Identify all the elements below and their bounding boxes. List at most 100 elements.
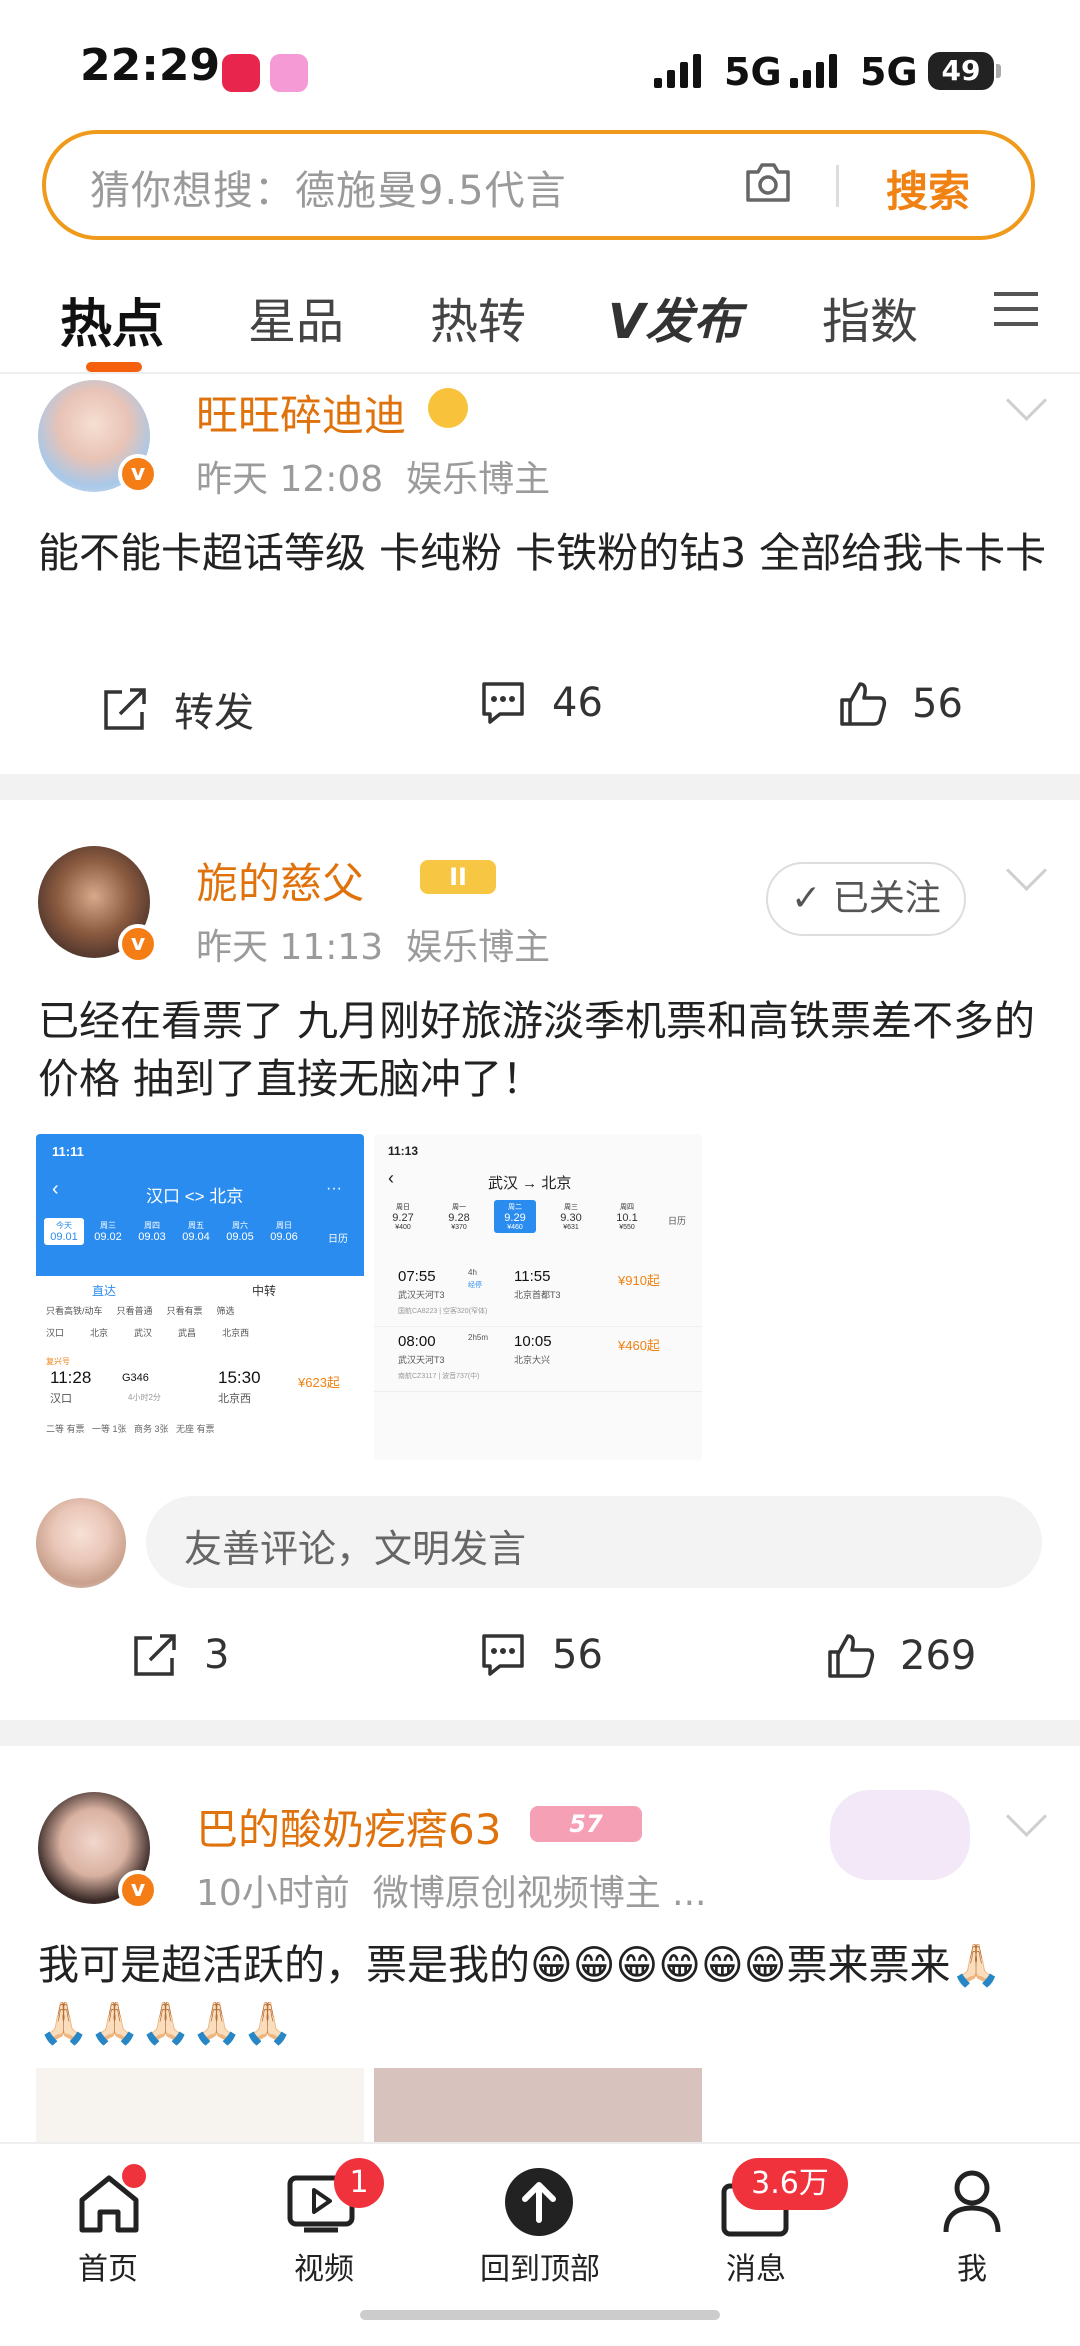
date-weekday: 周日 <box>276 1221 292 1230</box>
date-chip[interactable]: 周日 09.06 <box>264 1218 304 1245</box>
tab-hot[interactable]: 热点 <box>60 282 164 357</box>
nav-message-label[interactable]: 消息 <box>686 2244 826 2288</box>
back-to-top-icon[interactable] <box>505 2168 573 2236</box>
date-weekday: 今天 <box>56 1221 72 1230</box>
like-button[interactable]: 269 <box>826 1632 976 1680</box>
tab-index[interactable]: 指数 <box>822 282 918 352</box>
date-weekday: 周二 <box>508 1204 522 1211</box>
flight-row[interactable]: 07:55 4h 经停 11:55 ¥910起 武汉天河T3 北京首都T3 国航CA8223 … <box>374 1262 702 1327</box>
follow-button[interactable]: ✓ 已关注 <box>766 862 966 936</box>
flight-dur: 4h <box>468 1268 477 1277</box>
tab-publish[interactable]: V发布 <box>608 282 741 352</box>
date-day: 10.1 <box>616 1212 638 1224</box>
date-price: ¥400 <box>395 1224 411 1231</box>
station-chip[interactable]: 武昌 <box>178 1326 196 1339</box>
post-image[interactable] <box>374 2068 702 2142</box>
username[interactable]: 旎的慈父 <box>196 850 364 911</box>
username[interactable]: 巴的酸奶疙瘩63 <box>196 1796 501 1857</box>
comment-placeholder[interactable]: 友善评论，文明发言 <box>184 1518 526 1573</box>
network-label: 5G <box>724 50 782 94</box>
like-button[interactable]: 56 <box>838 680 963 728</box>
flight-price: ¥910起 <box>618 1273 660 1288</box>
post-time: 昨天 11:13 娱乐博主 <box>196 927 551 968</box>
comment-button[interactable]: 46 <box>478 680 603 726</box>
date-day: 9.27 <box>392 1212 414 1224</box>
nav-top-label[interactable]: 回到顶部 <box>470 2244 610 2288</box>
filter-option[interactable]: 筛选 <box>217 1304 235 1317</box>
like-count: 269 <box>900 1633 977 1679</box>
post-image[interactable] <box>36 2068 364 2142</box>
flight-no: 国航CA8223 | 空客320(窄体) <box>398 1308 488 1315</box>
battery-icon: 49 <box>928 52 1001 90</box>
date-chip[interactable]: 周四 10.1 ¥550 <box>606 1200 648 1233</box>
date-weekday: 周四 <box>620 1204 634 1211</box>
date-weekday: 周一 <box>452 1204 466 1211</box>
post-text: 能不能卡超话等级 卡纯粉 卡铁粉的钻3 全部给我卡卡卡 <box>38 529 1047 577</box>
camera-icon[interactable] <box>742 160 794 206</box>
filter-option[interactable]: 只看高铁/动车 <box>46 1304 103 1317</box>
filter-option[interactable]: 只看普通 <box>117 1304 153 1317</box>
username[interactable]: 旺旺碎迪迪 <box>196 382 406 443</box>
date-chip[interactable]: 周四 09.03 <box>132 1218 172 1245</box>
comment-button[interactable]: 56 <box>478 1632 603 1678</box>
notification-dot <box>122 2164 146 2188</box>
nav-video-label[interactable]: 视频 <box>254 2244 394 2288</box>
repost-icon <box>104 688 146 730</box>
station-chip[interactable]: 汉口 <box>46 1326 64 1339</box>
flight-via: 经停 <box>468 1282 482 1289</box>
date-chip[interactable]: 今天 09.01 <box>44 1218 84 1245</box>
tab-trending[interactable]: 热转 <box>430 282 526 352</box>
date-day: 09.05 <box>226 1231 254 1243</box>
flight-no: 南航CZ3117 | 波音737(中) <box>398 1373 480 1380</box>
repost-count: 3 <box>204 1632 230 1678</box>
search-divider <box>836 165 839 207</box>
like-count: 56 <box>912 681 963 727</box>
station-chip[interactable]: 北京 <box>90 1326 108 1339</box>
level-badge: II <box>420 860 496 894</box>
message-badge: 3.6万 <box>732 2158 848 2210</box>
date-price: ¥550 <box>619 1224 635 1231</box>
repost-button[interactable]: 转发 <box>100 680 254 738</box>
date-chip[interactable]: 周三 9.30 ¥631 <box>550 1200 592 1233</box>
date-weekday: 周六 <box>232 1221 248 1230</box>
date-chip[interactable]: 周日 9.27 ¥400 <box>382 1200 424 1233</box>
nav-home-label[interactable]: 首页 <box>38 2244 178 2288</box>
date-price: ¥460 <box>507 1224 523 1231</box>
menu-icon[interactable] <box>994 290 1038 328</box>
date-chip[interactable]: 周五 09.04 <box>176 1218 216 1245</box>
flight-arr: 11:55 <box>514 1268 551 1285</box>
post-separator <box>0 1720 1080 1746</box>
back-icon: ‹ <box>388 1168 394 1188</box>
date-chip[interactable]: 周一 9.28 ¥370 <box>438 1200 480 1233</box>
flight-row[interactable]: 08:00 2h5m 10:05 ¥460起 武汉天河T3 北京大兴 南航CZ3117 | … <box>374 1327 702 1392</box>
station-chip[interactable]: 北京西 <box>222 1326 249 1339</box>
tab-star[interactable]: 星品 <box>248 282 344 352</box>
flight-to: 北京首都T3 <box>514 1290 561 1300</box>
flight-ticket-screenshot[interactable]: 11:13 ‹ 武汉 → 北京 周日 9.27 ¥400 周一 9.28 ¥370 周二 9.… <box>374 1134 702 1460</box>
app-notification-icon <box>222 54 260 92</box>
repost-label: 转发 <box>174 690 254 736</box>
chevron-down-icon[interactable] <box>1005 849 1048 892</box>
chevron-down-icon[interactable] <box>1005 1795 1048 1838</box>
date-chip[interactable]: 周二 9.29 ¥460 <box>494 1200 536 1233</box>
filter-option[interactable]: 只看有票 <box>167 1304 203 1317</box>
nav-me-label[interactable]: 我 <box>902 2244 1042 2288</box>
decoration-sticker <box>830 1790 970 1880</box>
thumbs-up-icon <box>840 682 887 726</box>
search-input[interactable]: 猜你想搜：德施曼9.5代言 <box>90 158 567 216</box>
status-time: 22:29 <box>80 40 221 91</box>
verified-badge-icon: v <box>118 1870 158 1910</box>
chevron-down-icon[interactable] <box>1005 379 1048 422</box>
comment-icon <box>482 1634 524 1676</box>
profile-icon[interactable] <box>940 2168 1004 2236</box>
train-ticket-screenshot[interactable]: 11:11 ‹ 汉口 <> 北京 ··· 今天 09.01 周三 09.02 周四 09.… <box>36 1134 364 1460</box>
verified-badge-icon: v <box>118 454 158 494</box>
date-day: 09.04 <box>182 1231 210 1243</box>
date-chip[interactable]: 周六 09.05 <box>220 1218 260 1245</box>
date-weekday: 周五 <box>188 1221 204 1230</box>
date-chip[interactable]: 周三 09.02 <box>88 1218 128 1245</box>
search-button[interactable]: 搜索 <box>886 158 970 219</box>
repost-button[interactable]: 3 <box>130 1632 229 1678</box>
station-chip[interactable]: 武汉 <box>134 1326 152 1339</box>
date-day: 9.30 <box>560 1212 582 1224</box>
